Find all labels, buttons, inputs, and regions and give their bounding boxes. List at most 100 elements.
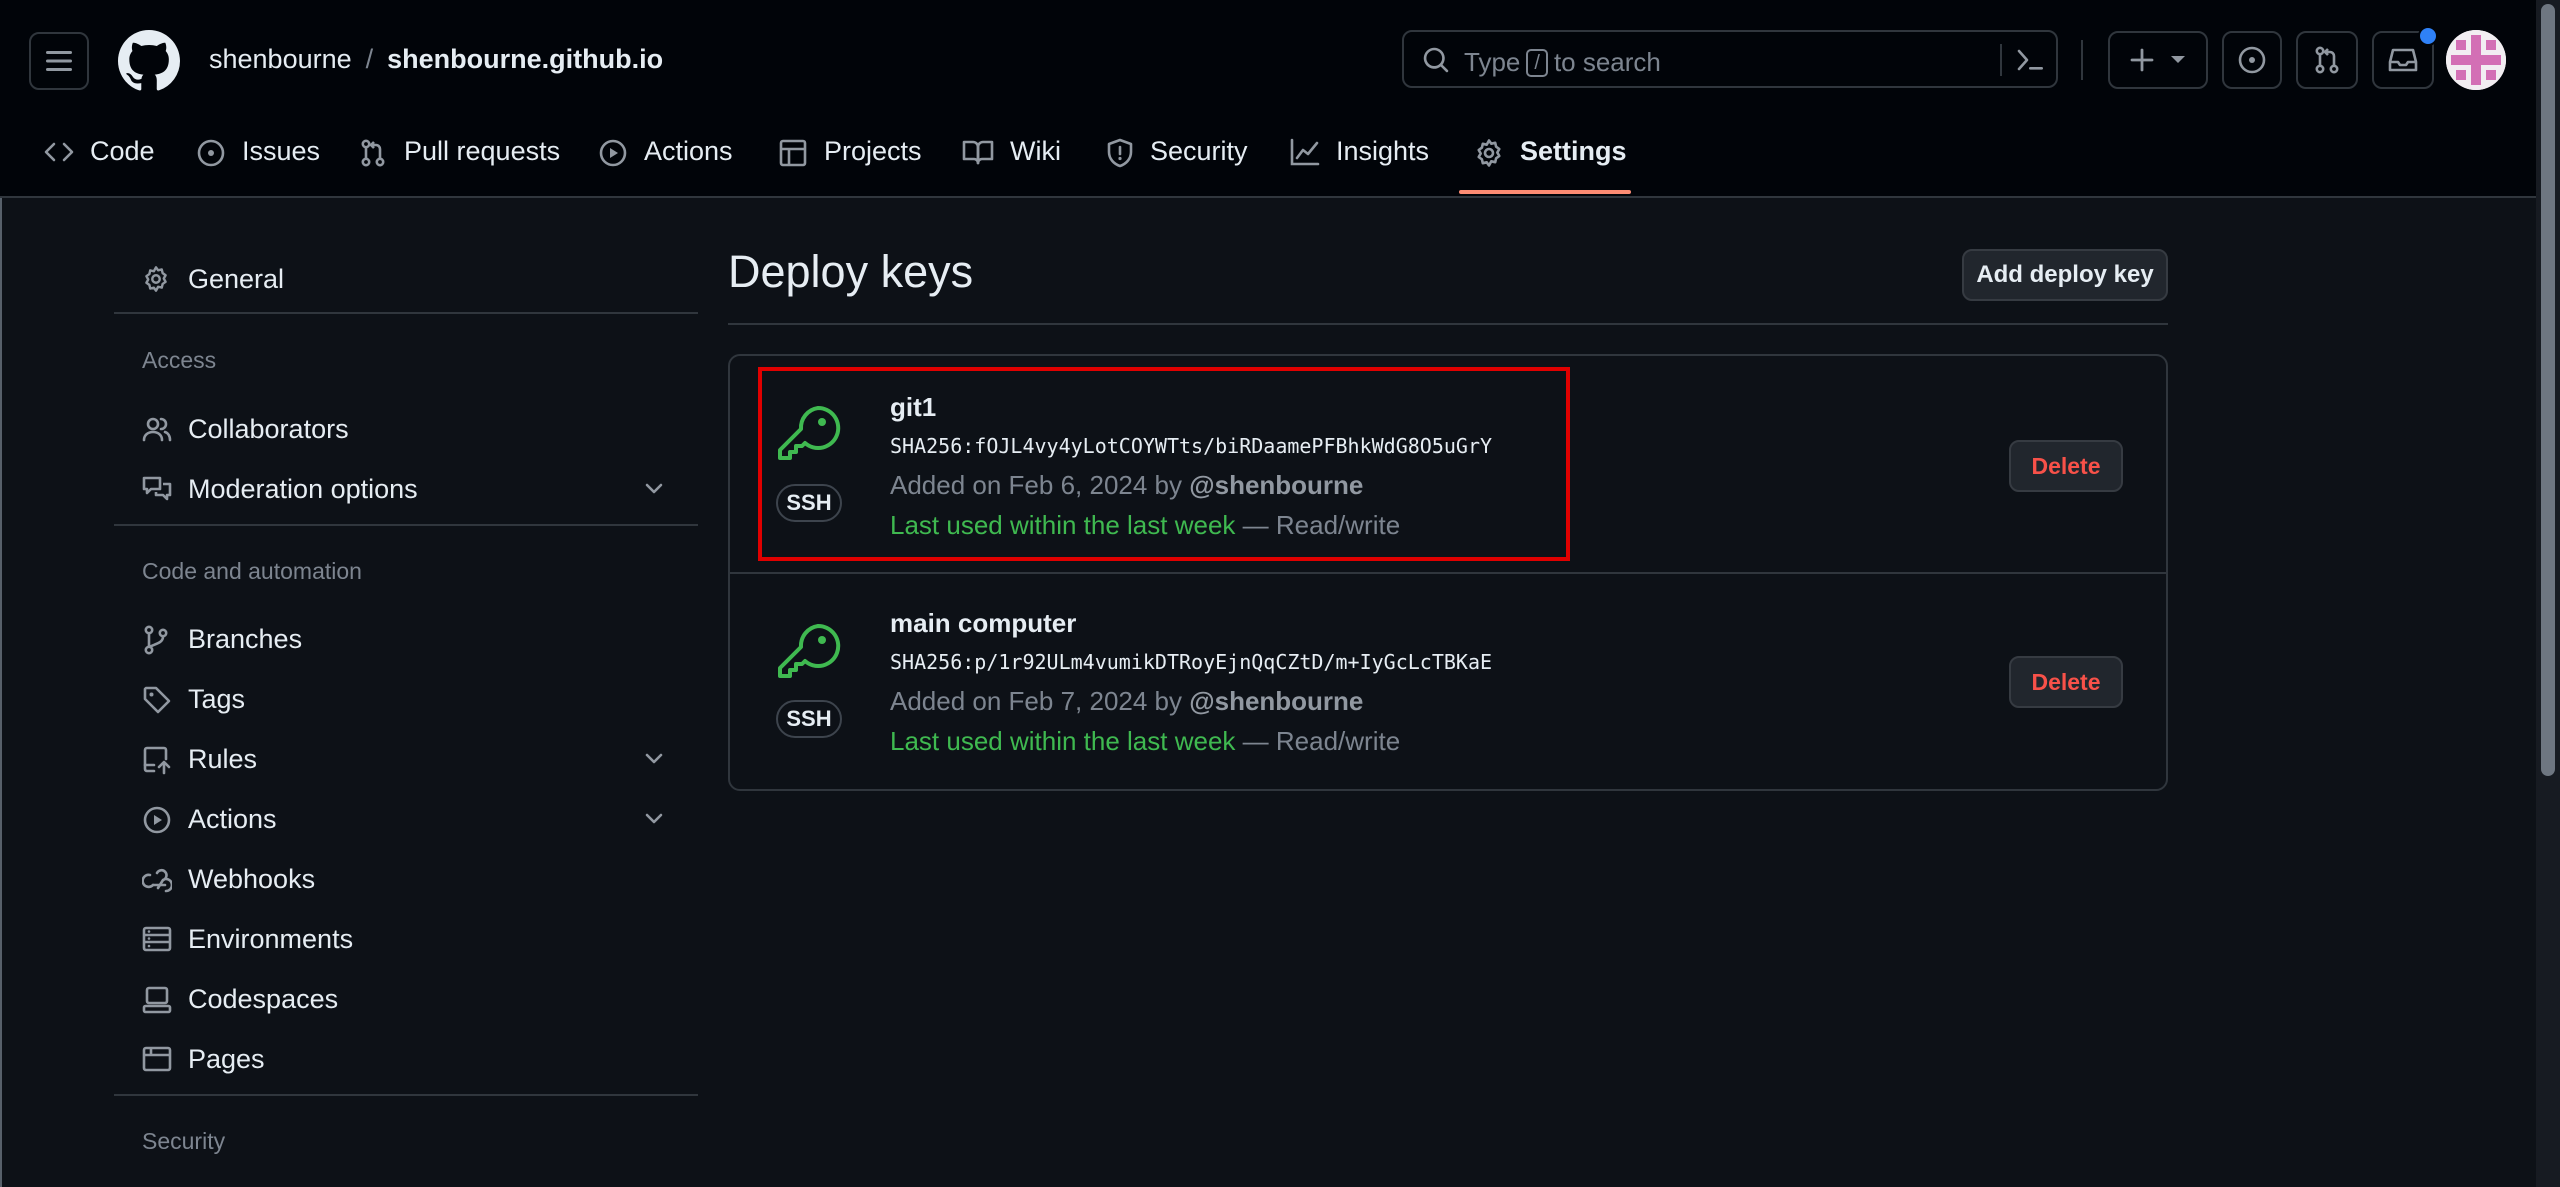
owner-link[interactable]: shenbourne	[209, 44, 352, 74]
server-icon	[142, 926, 172, 952]
key-icon	[778, 623, 841, 678]
tab-code[interactable]: Code	[44, 126, 155, 196]
git-pull-request-icon	[2315, 46, 2339, 74]
sidebar-item-branches-label: Branches	[188, 624, 303, 654]
search-placeholder: Type / to search	[1464, 47, 1661, 78]
tab-settings[interactable]: Settings	[1474, 126, 1627, 196]
tab-actions-label: Actions	[644, 136, 733, 166]
selected-tab-underline	[1459, 190, 1631, 194]
tab-insights-label: Insights	[1336, 136, 1430, 166]
your-pull-requests-button[interactable]	[2296, 31, 2358, 89]
search-divider	[2000, 44, 2002, 76]
sidebar-heading-access: Access	[142, 347, 217, 373]
webhook-icon	[142, 868, 172, 893]
page-title: Deploy keys	[728, 246, 974, 297]
key-usage-info: Last used within the last week — Read/wr…	[890, 726, 1400, 757]
avatar[interactable]	[2446, 30, 2506, 90]
global-header: shenbourne / shenbourne.github.io Type / to …	[0, 0, 2536, 198]
table-icon	[779, 139, 807, 167]
add-deploy-key-button[interactable]: Add deploy key	[1962, 249, 2168, 301]
repo-link[interactable]: shenbourne.github.io	[387, 44, 663, 74]
tab-wiki-label: Wiki	[1010, 136, 1061, 166]
tab-pull-requests[interactable]: Pull requests	[358, 126, 560, 196]
sidebar-item-branches[interactable]: Branches	[114, 612, 698, 664]
delete-key-button[interactable]: Delete	[2009, 656, 2123, 708]
git-pull-request-icon	[361, 139, 385, 167]
tab-projects[interactable]: Projects	[778, 126, 922, 196]
tab-code-label: Code	[90, 136, 155, 166]
page-scrollbar[interactable]	[2536, 0, 2560, 1187]
key-last-used: Last used within the last week	[890, 726, 1236, 756]
key-added-date: Added on Feb 7, 2024 by	[890, 686, 1183, 716]
hamburger-icon	[46, 51, 72, 71]
create-new-button[interactable]	[2108, 31, 2208, 89]
your-issues-button[interactable]	[2222, 31, 2282, 89]
delete-key-button[interactable]: Delete	[2009, 440, 2123, 492]
code-icon	[44, 142, 74, 162]
sidebar-item-collaborators-label: Collaborators	[188, 414, 349, 444]
tab-issues-label: Issues	[242, 136, 321, 166]
codespaces-icon	[142, 986, 172, 1014]
tab-security-label: Security	[1150, 136, 1248, 166]
sidebar-item-general[interactable]: General	[114, 252, 698, 304]
key-title: main computer	[890, 608, 1077, 638]
search-icon	[1423, 47, 1449, 73]
sidebar-item-actions-label: Actions	[188, 804, 277, 834]
book-icon	[962, 140, 994, 165]
sidebar-item-actions[interactable]: Actions	[114, 792, 698, 844]
issue-opened-icon	[2238, 46, 2266, 74]
sidebar-divider	[114, 524, 698, 526]
sidebar-item-codespaces[interactable]: Codespaces	[114, 972, 698, 1024]
header-divider	[2081, 40, 2083, 80]
key-fingerprint: SHA256:p/1r92ULm4vumikDTRoyEjnQqCZtD/m+I…	[890, 650, 1493, 674]
sidebar-item-environments[interactable]: Environments	[114, 912, 698, 964]
key-added-by-link[interactable]: @shenbourne	[1189, 686, 1363, 716]
tab-security[interactable]: Security	[1106, 126, 1248, 196]
tab-insights[interactable]: Insights	[1290, 126, 1429, 196]
breadcrumb: shenbourne / shenbourne.github.io	[209, 44, 663, 75]
tab-projects-label: Projects	[824, 136, 922, 166]
gear-icon	[1477, 139, 1501, 167]
sidebar-item-tags-label: Tags	[188, 684, 246, 714]
tab-wiki[interactable]: Wiki	[962, 126, 1061, 196]
inbox-icon	[2388, 48, 2418, 72]
sidebar-item-collaborators[interactable]: Collaborators	[114, 402, 698, 454]
key-added-info: Added on Feb 7, 2024 by @shenbourne	[890, 686, 1363, 717]
title-divider	[728, 323, 2168, 325]
tab-pull-requests-label: Pull requests	[404, 136, 561, 166]
sidebar-divider	[114, 1094, 698, 1096]
sidebar-item-webhooks-label: Webhooks	[188, 864, 316, 894]
search-input[interactable]: Type / to search	[1402, 30, 2058, 88]
issue-opened-icon	[197, 139, 225, 167]
command-palette-icon[interactable]	[2016, 46, 2046, 74]
play-icon	[143, 806, 171, 834]
menu-button[interactable]	[29, 32, 89, 90]
chevron-down-icon	[645, 753, 663, 764]
sidebar-item-webhooks[interactable]: Webhooks	[114, 852, 698, 904]
sidebar-item-moderation-options[interactable]: Moderation options	[114, 462, 698, 514]
search-placeholder-suffix: to search	[1553, 47, 1661, 77]
chevron-down-icon	[645, 483, 663, 494]
chevron-down-icon	[645, 813, 663, 824]
comment-discussion-icon	[142, 476, 172, 501]
sidebar-item-pages[interactable]: Pages	[114, 1032, 698, 1084]
scrollbar-thumb[interactable]	[2541, 4, 2555, 776]
git-branch-icon	[144, 625, 168, 655]
sidebar-item-codespaces-label: Codespaces	[188, 984, 339, 1014]
sidebar-item-tags[interactable]: Tags	[114, 672, 698, 724]
graph-icon	[1290, 138, 1320, 166]
sidebar-item-rules[interactable]: Rules	[114, 732, 698, 784]
annotation-highlight-box	[758, 367, 1570, 561]
sidebar-heading-security: Security	[142, 1128, 226, 1154]
browser-icon	[142, 1046, 172, 1072]
search-shortcut-key: /	[1526, 49, 1548, 77]
tag-icon	[143, 686, 171, 714]
sidebar-item-moderation-options-label: Moderation options	[188, 474, 418, 504]
sidebar-item-pages-label: Pages	[188, 1044, 265, 1074]
tab-actions[interactable]: Actions	[598, 126, 733, 196]
sidebar-item-environments-label: Environments	[188, 924, 354, 954]
people-icon	[142, 417, 172, 442]
list-item: SSH main computer SHA256:p/1r92ULm4vumik…	[730, 572, 2166, 790]
github-logo-icon[interactable]	[118, 30, 180, 97]
tab-issues[interactable]: Issues	[196, 126, 320, 196]
